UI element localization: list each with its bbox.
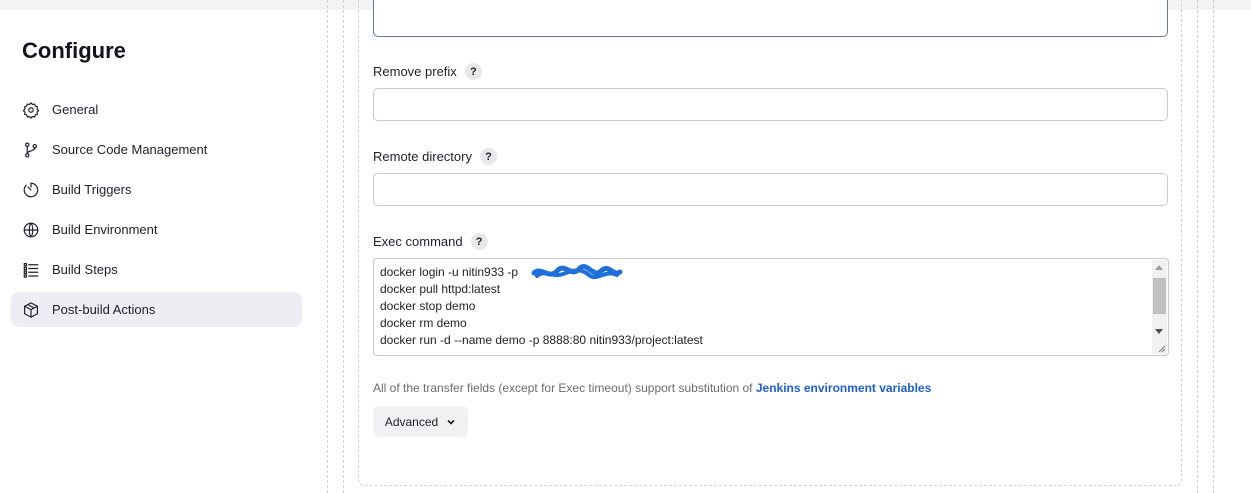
sidebar-item-label: Source Code Management <box>52 142 208 157</box>
exec-line: docker pull httpd:latest <box>380 282 501 296</box>
previous-field-input[interactable] <box>373 0 1168 37</box>
jenkins-env-vars-link[interactable]: Jenkins environment variables <box>756 381 931 395</box>
remove-prefix-input[interactable] <box>373 88 1168 121</box>
branch-icon <box>22 141 40 159</box>
sidebar-item-label: General <box>52 102 99 117</box>
section-border-right-inner <box>1197 0 1198 493</box>
remove-prefix-label: Remove prefix ? <box>373 63 482 80</box>
sidebar-item-source-code-management[interactable]: Source Code Management <box>11 132 302 167</box>
sidebar-item-general[interactable]: General <box>11 92 302 127</box>
advanced-button-label: Advanced <box>384 414 439 429</box>
remote-directory-label-text: Remote directory <box>373 149 472 164</box>
scroll-down-arrow-icon[interactable] <box>1155 329 1163 334</box>
sidebar-item-post-build-actions[interactable]: Post-build Actions <box>11 292 302 327</box>
section-border-right <box>1213 0 1214 493</box>
exec-line: docker stop demo <box>380 299 476 313</box>
chevron-down-icon <box>447 419 455 425</box>
sidebar-item-label: Build Triggers <box>52 182 132 197</box>
exec-line: docker rm demo <box>380 316 467 330</box>
gear-icon <box>22 101 40 119</box>
advanced-button[interactable]: Advanced <box>373 406 468 437</box>
remove-prefix-label-text: Remove prefix <box>373 64 457 79</box>
sidebar-item-label: Build Environment <box>52 222 158 237</box>
exec-command-label: Exec command ? <box>373 233 488 250</box>
remote-directory-label: Remote directory ? <box>373 148 497 165</box>
page-title: Configure <box>22 38 126 63</box>
help-icon[interactable]: ? <box>464 63 482 80</box>
package-icon <box>22 301 40 319</box>
globe-icon <box>22 221 40 239</box>
exec-command-label-text: Exec command <box>373 234 463 249</box>
substitution-note: All of the transfer fields (except for E… <box>373 381 931 395</box>
help-icon[interactable]: ? <box>470 233 488 250</box>
section-border-left <box>327 0 328 493</box>
timer-icon <box>22 181 40 199</box>
remote-directory-input[interactable] <box>373 173 1168 206</box>
sidebar-item-build-triggers[interactable]: Build Triggers <box>11 172 302 207</box>
textarea-scrollbar[interactable] <box>1152 260 1167 354</box>
substitution-note-text: All of the transfer fields (except for E… <box>373 381 756 395</box>
scroll-up-arrow-icon[interactable] <box>1155 265 1163 270</box>
redaction-scribble <box>531 264 623 280</box>
sidebar-item-build-environment[interactable]: Build Environment <box>11 212 302 247</box>
exec-line: docker run -d --name demo -p 8888:80 nit… <box>380 333 703 347</box>
sidebar-item-build-steps[interactable]: Build Steps <box>11 252 302 287</box>
help-icon[interactable]: ? <box>479 148 497 165</box>
list-icon <box>22 261 40 279</box>
scrollbar-thumb[interactable] <box>1153 278 1166 314</box>
exec-command-textarea[interactable]: docker login -u nitin933 -p docker pull h… <box>373 258 1169 356</box>
sidebar-item-label: Build Steps <box>52 262 118 277</box>
sidebar-item-label: Post-build Actions <box>52 302 156 317</box>
resize-grip-icon[interactable] <box>1156 343 1166 353</box>
section-border-left-inner <box>343 0 344 493</box>
